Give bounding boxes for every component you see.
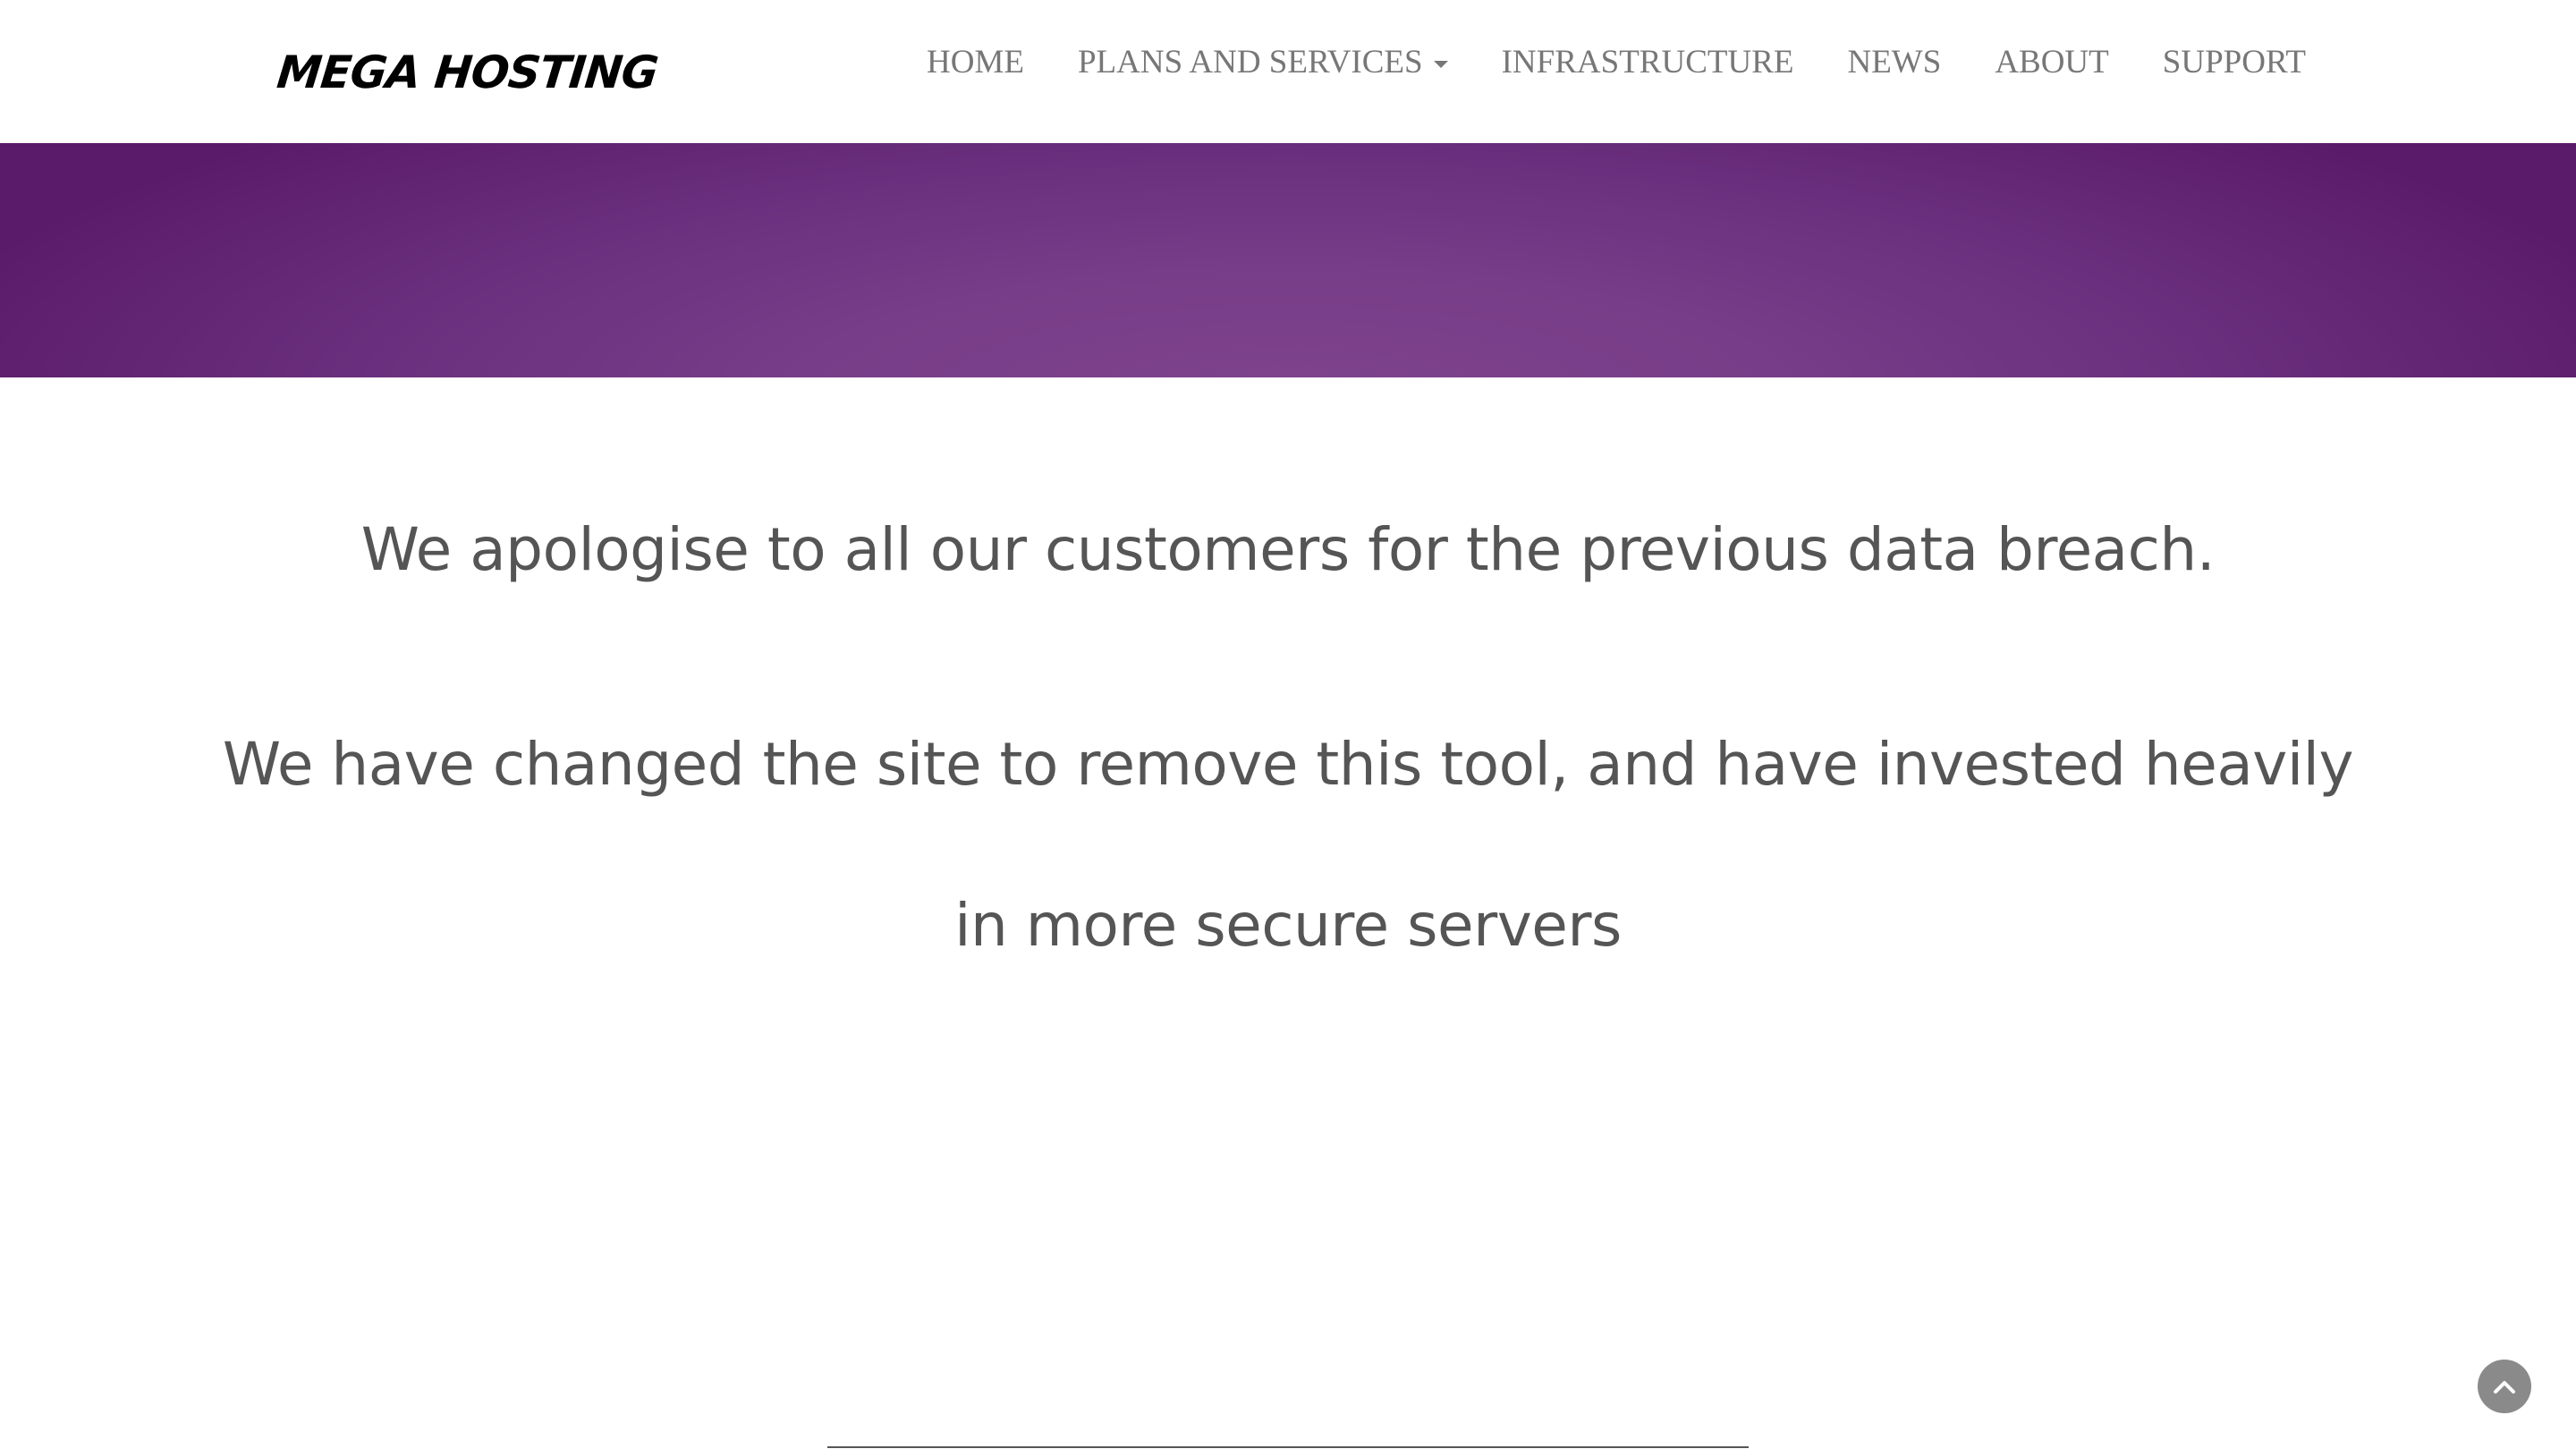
changes-text-line-2: in more secure servers <box>954 891 1622 960</box>
site-logo[interactable]: MEGA HOSTING <box>275 47 660 98</box>
nav-item-home[interactable]: HOME <box>927 43 1024 81</box>
section-divider <box>827 1446 1749 1448</box>
hero-banner <box>0 143 2576 377</box>
nav-item-support[interactable]: SUPPORT <box>2163 43 2306 81</box>
nav-item-label: PLANS AND SERVICES <box>1077 44 1423 80</box>
nav-item-label: ABOUT <box>1995 44 2109 80</box>
nav-item-label: HOME <box>927 44 1024 80</box>
nav-item-label: NEWS <box>1847 44 1942 80</box>
nav-item-label: SUPPORT <box>2162 44 2306 80</box>
apology-text: We apologise to all our customers for th… <box>360 515 2216 584</box>
nav-item-infrastructure[interactable]: INFRASTRUCTURE <box>1502 43 1794 81</box>
main-nav: HOME PLANS AND SERVICES INFRASTRUCTURE N… <box>927 43 2306 81</box>
nav-item-label: INFRASTRUCTURE <box>1501 44 1794 80</box>
nav-item-plans-and-services[interactable]: PLANS AND SERVICES <box>1078 43 1448 81</box>
nav-item-about[interactable]: ABOUT <box>1995 43 2108 81</box>
scroll-to-top-button[interactable] <box>2478 1360 2531 1413</box>
caret-down-icon <box>1433 60 1448 68</box>
chevron-up-icon <box>2494 1381 2515 1394</box>
nav-item-news[interactable]: NEWS <box>1847 43 1941 81</box>
navbar: MEGA HOSTING HOME PLANS AND SERVICES INF… <box>0 0 2576 143</box>
changes-text-line-1: We have changed the site to remove this … <box>222 730 2354 799</box>
